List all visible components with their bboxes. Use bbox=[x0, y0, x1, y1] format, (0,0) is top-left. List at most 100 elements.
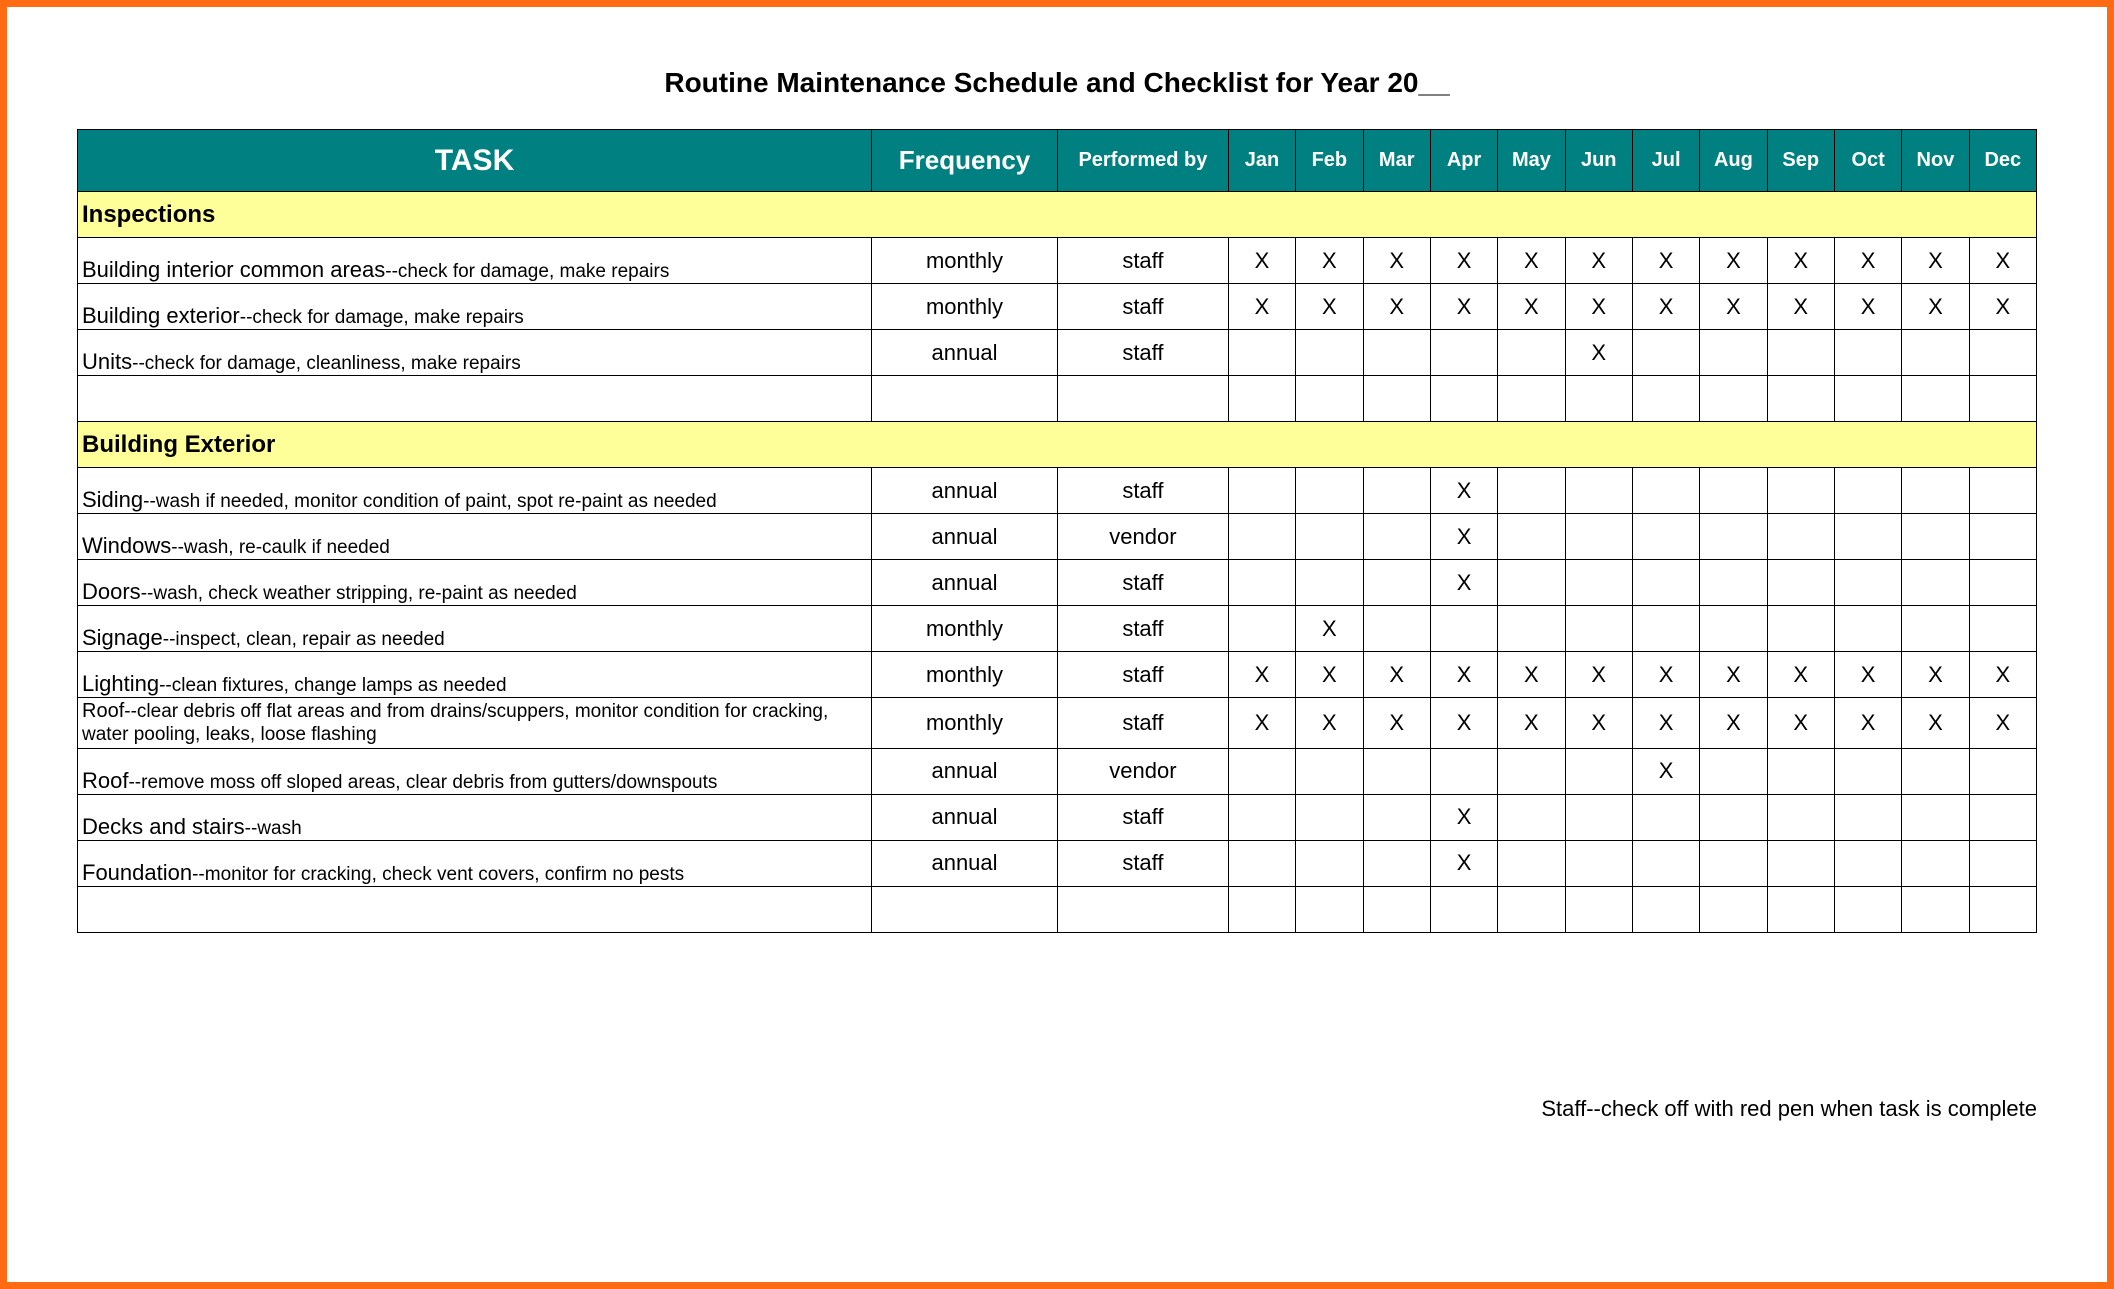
month-cell bbox=[1565, 840, 1632, 886]
month-cell bbox=[1902, 560, 1969, 606]
header-month: Oct bbox=[1834, 130, 1901, 192]
month-cell bbox=[1430, 606, 1497, 652]
month-cell: X bbox=[1430, 468, 1497, 514]
month-cell bbox=[1565, 560, 1632, 606]
task-name: Building interior common areas bbox=[82, 257, 385, 282]
blank-cell bbox=[1700, 886, 1767, 932]
month-cell: X bbox=[1700, 652, 1767, 698]
month-cell bbox=[1296, 840, 1363, 886]
month-cell bbox=[1565, 468, 1632, 514]
document-frame: Routine Maintenance Schedule and Checkli… bbox=[0, 0, 2114, 1289]
task-cell: Units--check for damage, cleanliness, ma… bbox=[78, 330, 872, 376]
month-cell: X bbox=[1296, 652, 1363, 698]
task-cell: Roof--clear debris off flat areas and fr… bbox=[78, 698, 872, 749]
month-cell: X bbox=[1498, 284, 1565, 330]
month-cell bbox=[1632, 794, 1699, 840]
month-cell bbox=[1969, 840, 2036, 886]
performed-cell: staff bbox=[1057, 794, 1228, 840]
month-cell bbox=[1296, 748, 1363, 794]
month-cell: X bbox=[1430, 284, 1497, 330]
header-performed: Performed by bbox=[1057, 130, 1228, 192]
month-cell bbox=[1902, 748, 1969, 794]
month-cell bbox=[1498, 514, 1565, 560]
month-cell: X bbox=[1767, 652, 1834, 698]
section-row: Inspections bbox=[78, 192, 2037, 238]
performed-cell: staff bbox=[1057, 840, 1228, 886]
month-cell bbox=[1498, 840, 1565, 886]
month-cell: X bbox=[1700, 284, 1767, 330]
performed-cell: vendor bbox=[1057, 514, 1228, 560]
frequency-cell: annual bbox=[872, 468, 1058, 514]
blank-cell bbox=[78, 886, 872, 932]
section-label: Building Exterior bbox=[78, 422, 2037, 468]
task-cell: Building exterior--check for damage, mak… bbox=[78, 284, 872, 330]
month-cell: X bbox=[1296, 606, 1363, 652]
month-cell: X bbox=[1834, 652, 1901, 698]
month-cell: X bbox=[1565, 330, 1632, 376]
month-cell bbox=[1363, 330, 1430, 376]
month-cell: X bbox=[1430, 514, 1497, 560]
month-cell: X bbox=[1700, 238, 1767, 284]
month-cell bbox=[1767, 560, 1834, 606]
month-cell: X bbox=[1363, 698, 1430, 749]
blank-cell bbox=[1565, 376, 1632, 422]
schedule-table: TASK Frequency Performed by Jan Feb Mar … bbox=[77, 129, 2037, 933]
task-description: --clean fixtures, change lamps as needed bbox=[159, 675, 506, 696]
month-cell bbox=[1228, 514, 1295, 560]
month-cell: X bbox=[1632, 698, 1699, 749]
frequency-cell: annual bbox=[872, 560, 1058, 606]
table-row: Lighting--clean fixtures, change lamps a… bbox=[78, 652, 2037, 698]
month-cell bbox=[1296, 794, 1363, 840]
month-cell bbox=[1498, 330, 1565, 376]
table-row bbox=[78, 376, 2037, 422]
month-cell bbox=[1498, 468, 1565, 514]
blank-cell bbox=[1902, 886, 1969, 932]
blank-cell bbox=[1228, 886, 1295, 932]
frequency-cell: monthly bbox=[872, 652, 1058, 698]
task-description: --wash, check weather stripping, re-pain… bbox=[141, 583, 577, 604]
header-month: May bbox=[1498, 130, 1565, 192]
task-name: Units bbox=[82, 349, 132, 374]
month-cell: X bbox=[1632, 284, 1699, 330]
month-cell bbox=[1228, 468, 1295, 514]
month-cell bbox=[1834, 514, 1901, 560]
blank-cell bbox=[1700, 376, 1767, 422]
frequency-cell: annual bbox=[872, 794, 1058, 840]
task-cell: Windows--wash, re-caulk if needed bbox=[78, 514, 872, 560]
month-cell: X bbox=[1498, 652, 1565, 698]
performed-cell: staff bbox=[1057, 652, 1228, 698]
month-cell bbox=[1902, 840, 1969, 886]
month-cell bbox=[1834, 468, 1901, 514]
month-cell: X bbox=[1902, 652, 1969, 698]
task-description: --wash if needed, monitor condition of p… bbox=[143, 491, 717, 512]
month-cell: X bbox=[1430, 840, 1497, 886]
month-cell: X bbox=[1296, 238, 1363, 284]
month-cell bbox=[1498, 794, 1565, 840]
task-description: --check for damage, cleanliness, make re… bbox=[132, 353, 521, 374]
blank-cell bbox=[1363, 886, 1430, 932]
table-row bbox=[78, 886, 2037, 932]
table-row: Decks and stairs--washannualstaffX bbox=[78, 794, 2037, 840]
month-cell bbox=[1767, 468, 1834, 514]
task-description: --monitor for cracking, check vent cover… bbox=[192, 864, 684, 885]
month-cell: X bbox=[1902, 698, 1969, 749]
performed-cell: staff bbox=[1057, 698, 1228, 749]
table-row: Siding--wash if needed, monitor conditio… bbox=[78, 468, 2037, 514]
month-cell bbox=[1700, 840, 1767, 886]
month-cell: X bbox=[1228, 238, 1295, 284]
month-cell: X bbox=[1498, 238, 1565, 284]
month-cell bbox=[1834, 748, 1901, 794]
month-cell bbox=[1767, 840, 1834, 886]
blank-cell bbox=[1296, 886, 1363, 932]
frequency-cell: monthly bbox=[872, 698, 1058, 749]
month-cell bbox=[1834, 606, 1901, 652]
month-cell: X bbox=[1430, 698, 1497, 749]
task-name: Building exterior bbox=[82, 303, 240, 328]
month-cell: X bbox=[1565, 652, 1632, 698]
blank-cell bbox=[1969, 886, 2036, 932]
blank-cell bbox=[1363, 376, 1430, 422]
month-cell bbox=[1902, 794, 1969, 840]
month-cell: X bbox=[1902, 284, 1969, 330]
blank-cell bbox=[1430, 376, 1497, 422]
month-cell bbox=[1565, 514, 1632, 560]
